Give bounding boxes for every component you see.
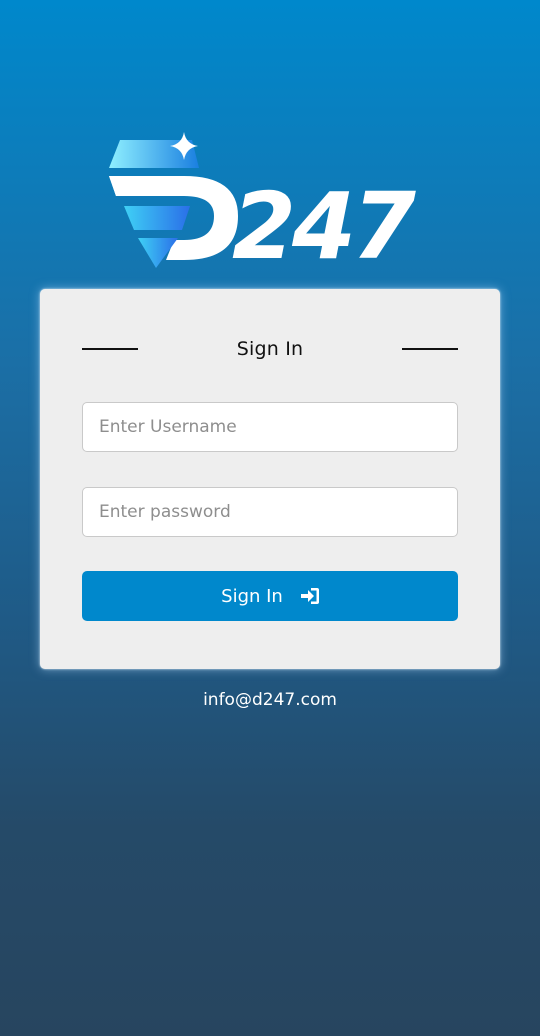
sign-in-icon [300, 588, 319, 604]
heading-divider-right [402, 348, 458, 350]
sign-in-button-label: Sign In [221, 585, 283, 607]
login-heading: Sign In [236, 338, 304, 360]
contact-email: info@d247.com [203, 690, 337, 710]
password-input[interactable] [82, 487, 458, 537]
sign-in-button[interactable]: Sign In [82, 571, 458, 621]
username-input[interactable] [82, 402, 458, 452]
heading-divider-left [82, 348, 138, 350]
logo-text: 247 [232, 173, 416, 273]
login-heading-row: Sign In [82, 335, 458, 363]
login-card: Sign In Sign In [40, 289, 500, 669]
d247-logo: 247 [109, 132, 420, 273]
